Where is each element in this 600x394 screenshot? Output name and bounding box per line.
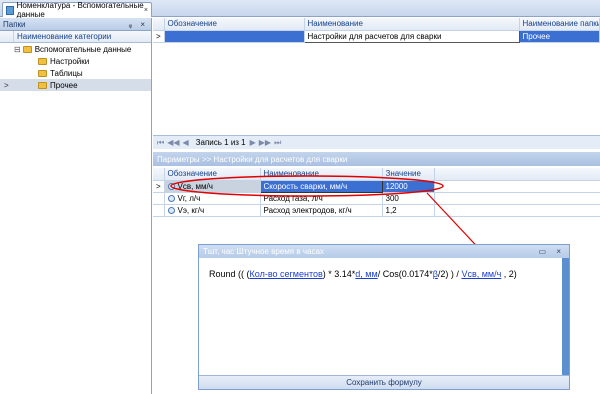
row-indicator-icon	[153, 192, 165, 205]
record-navigator: ⏮ ◀◀ ◀ Запись 1 из 1 ▶ ▶▶ ⏭	[153, 135, 600, 149]
info-icon	[167, 194, 175, 202]
cell-folder[interactable]: Прочее	[519, 30, 600, 43]
panel-controls-icon[interactable]: ᵩ ×	[129, 20, 148, 29]
next-page-icon[interactable]: ▶▶	[259, 138, 271, 147]
main-grid: Обозначение Наименование Наименование па…	[153, 18, 600, 43]
cell-designation[interactable]: Vэ, кг/ч	[164, 204, 261, 217]
document-tab[interactable]: Номенклатура - Вспомогательные данные ×	[2, 1, 152, 19]
document-icon	[6, 5, 14, 15]
column-header-designation[interactable]: Обозначение	[164, 168, 261, 181]
dialog-controls-icon[interactable]: ▭ ×	[539, 247, 565, 256]
folder-icon	[38, 81, 47, 89]
cell-value[interactable]: 300	[382, 192, 435, 205]
cell-name[interactable]: Скорость сварки, мм/ч	[259, 179, 383, 193]
formula-dialog: Тшт, час Штучное время в часах ▭ × Round…	[198, 244, 570, 390]
params-grid: Обозначение Наименование Значение > Vсв,…	[153, 168, 600, 217]
folder-icon	[38, 69, 47, 77]
cell-designation[interactable]	[164, 30, 305, 43]
prev-page-icon[interactable]: ◀◀	[167, 138, 179, 147]
tree-item-other[interactable]: > Прочее	[0, 79, 151, 91]
row-indicator-icon: >	[4, 80, 9, 90]
formula-link-d[interactable]: d, мм	[355, 269, 377, 279]
cell-value[interactable]: 1,2	[382, 204, 435, 217]
info-icon	[167, 206, 175, 214]
column-header-name[interactable]: Наименование	[260, 168, 383, 181]
cell-designation[interactable]: Vсв, мм/ч	[164, 180, 261, 193]
folder-icon	[22, 45, 32, 53]
tree-item-tables[interactable]: Таблицы	[0, 67, 151, 79]
tree-item-settings[interactable]: Настройки	[0, 55, 151, 67]
next-record-icon[interactable]: ▶	[250, 138, 256, 147]
dialog-scrollbar[interactable]	[562, 258, 569, 376]
table-row[interactable]: Vг, л/ч Расход газа, л/ч 300	[153, 192, 600, 205]
row-indicator-icon	[153, 204, 165, 217]
cell-name[interactable]: Настройки для расчетов для сварки	[303, 29, 520, 43]
document-tab-bar: Номенклатура - Вспомогательные данные ×	[0, 0, 600, 19]
tree-item-aux-data[interactable]: ⊟ Вспомогательные данные	[0, 43, 151, 55]
category-column-header[interactable]: Наименование категории	[0, 31, 151, 43]
cell-name[interactable]: Расход газа, л/ч	[260, 192, 383, 205]
main-grid-header: Обозначение Наименование Наименование па…	[153, 18, 600, 31]
table-row[interactable]: > Vсв, мм/ч Скорость сварки, мм/ч 12000	[153, 179, 600, 193]
last-record-icon[interactable]: ⏭	[274, 138, 281, 148]
folders-panel-title: Папки	[3, 19, 26, 29]
column-header-value[interactable]: Значение	[382, 168, 435, 181]
params-grid-area: Обозначение Наименование Значение > Vсв,…	[153, 168, 600, 217]
formula-link-vsv[interactable]: Vсв, мм/ч	[461, 269, 501, 279]
prev-record-icon[interactable]: ◀	[183, 138, 189, 147]
info-icon	[167, 182, 175, 190]
params-header: Параметры >> Настройки для расчетов для …	[153, 152, 600, 166]
close-icon[interactable]: ×	[144, 7, 148, 14]
folders-panel: Папки ᵩ × Наименование категории ⊟ Вспом…	[0, 18, 152, 394]
table-row[interactable]: Vэ, кг/ч Расход электродов, кг/ч 1,2	[153, 204, 600, 217]
cell-value[interactable]: 12000	[382, 180, 435, 193]
save-formula-button[interactable]: Сохранить формулу	[199, 375, 569, 389]
dialog-title-bar: Тшт, час Штучное время в часах ▭ ×	[199, 245, 569, 258]
column-header-name[interactable]: Наименование	[304, 18, 520, 31]
dialog-title: Тшт, час Штучное время в часах	[203, 247, 324, 256]
folders-panel-header: Папки ᵩ ×	[0, 18, 151, 31]
formula-link-segments[interactable]: Кол-во сегментов	[250, 269, 323, 279]
formula-text[interactable]: Round (( (Кол-во сегментов) * 3.14*d, мм…	[209, 269, 517, 279]
column-header-folder[interactable]: Наименование папки	[519, 18, 600, 31]
column-header-designation[interactable]: Обозначение	[164, 18, 305, 31]
table-row[interactable]: > Настройки для расчетов для сварки Проч…	[153, 29, 600, 43]
params-grid-header: Обозначение Наименование Значение	[153, 168, 600, 181]
collapse-icon[interactable]: ⊟	[14, 45, 21, 54]
row-indicator-icon: >	[153, 180, 165, 193]
document-tab-title: Номенклатура - Вспомогательные данные	[16, 1, 144, 19]
first-record-icon[interactable]: ⏮	[157, 138, 164, 148]
folder-icon	[38, 57, 47, 65]
row-indicator-icon: >	[153, 30, 165, 43]
cell-name[interactable]: Расход электродов, кг/ч	[260, 204, 383, 217]
cell-designation[interactable]: Vг, л/ч	[164, 192, 261, 205]
record-counter: Запись 1 из 1	[195, 138, 246, 147]
